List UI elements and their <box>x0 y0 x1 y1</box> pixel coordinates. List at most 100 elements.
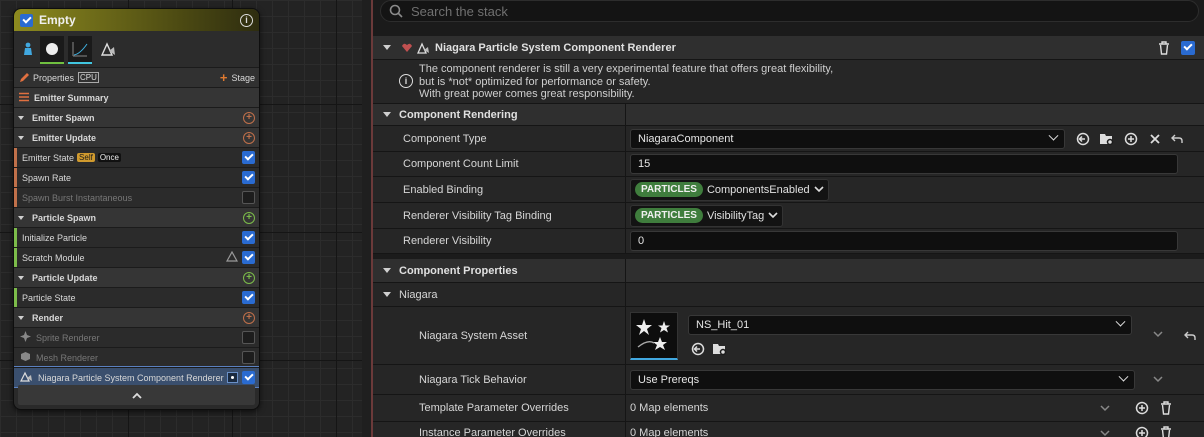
add-module-icon[interactable]: + <box>243 271 255 284</box>
row-label: Particle Spawn <box>32 212 97 223</box>
properties-row[interactable]: Properties CPU + Stage <box>14 67 259 87</box>
chevron-down-icon <box>814 186 824 193</box>
property-label: Component Type <box>403 132 487 145</box>
collapse-caret-icon[interactable] <box>18 276 24 280</box>
reset-arrow-icon[interactable] <box>1182 328 1198 344</box>
browse-folder-icon[interactable] <box>712 341 728 357</box>
niagara-category-row[interactable]: Niagara <box>373 283 1204 307</box>
stack-module-row[interactable]: Niagara Particle System Component Render… <box>14 366 259 388</box>
add-module-icon[interactable]: + <box>243 131 255 144</box>
module-enabled-checkbox[interactable] <box>242 151 255 164</box>
curve-thumbnail[interactable] <box>68 36 92 64</box>
stack-module-row[interactable]: Spawn Burst Instantaneous <box>14 187 259 207</box>
module-enabled-checkbox[interactable] <box>242 331 255 344</box>
emitter-enabled-checkbox[interactable] <box>20 13 33 27</box>
stack-group-header[interactable]: Emitter Spawn + <box>14 107 259 127</box>
info-icon[interactable]: i <box>240 13 253 27</box>
visibility-tag-binding-dropdown[interactable]: PARTICLES VisibilityTag <box>630 204 784 227</box>
collapse-caret-icon[interactable] <box>18 136 24 140</box>
add-module-icon[interactable]: + <box>243 211 255 224</box>
asset-thumbnail[interactable] <box>630 311 678 360</box>
trash-icon[interactable] <box>1158 400 1174 416</box>
dropdown-value: NS_Hit_01 <box>696 318 750 331</box>
collapse-node-button[interactable] <box>18 385 255 405</box>
visibility-tag-binding-row: Renderer Visibility Tag Binding PARTICLE… <box>373 203 1204 229</box>
clear-icon[interactable] <box>1147 131 1163 147</box>
renderer-enabled-checkbox[interactable] <box>1181 40 1195 55</box>
stack-module-row[interactable]: Sprite Renderer <box>14 327 259 347</box>
sprite-thumbnail[interactable] <box>40 36 64 64</box>
map-elements-count: 0 Map elements <box>630 427 709 437</box>
person-icon <box>20 41 36 57</box>
emitter-node-header[interactable]: Empty i <box>14 9 259 31</box>
info-line: but is *not* optimized for performance o… <box>419 75 651 88</box>
stack-module-row[interactable]: Emitter State Self Once <box>14 147 259 167</box>
renderer-title: Niagara Particle System Component Render… <box>435 41 676 54</box>
browse-folder-icon[interactable] <box>1099 131 1115 147</box>
chevron-down-icon <box>1153 376 1163 383</box>
component-properties-section[interactable]: Component Properties <box>373 259 1204 283</box>
once-badge: Once <box>97 153 121 162</box>
stack-group-header[interactable]: Particle Spawn + <box>14 207 259 227</box>
plus-icon: + <box>219 70 228 85</box>
use-selected-icon[interactable] <box>690 341 706 357</box>
collapse-caret-icon[interactable] <box>383 45 391 50</box>
enabled-binding-row: Enabled Binding PARTICLES ComponentsEnab… <box>373 177 1204 203</box>
add-stage-button[interactable]: + Stage <box>220 70 255 85</box>
collapse-caret-icon[interactable] <box>18 216 24 220</box>
stack-module-row[interactable]: Initialize Particle <box>14 227 259 247</box>
add-icon[interactable] <box>1134 425 1150 437</box>
instance-parameter-overrides-row: Instance Parameter Overrides 0 Map eleme… <box>373 422 1204 437</box>
system-asset-dropdown[interactable]: NS_Hit_01 <box>688 314 1132 335</box>
component-renderer-icon[interactable] <box>96 36 120 62</box>
row-label: Render <box>32 312 64 323</box>
component-rendering-section[interactable]: Component Rendering <box>373 104 1204 126</box>
emitter-title: Empty <box>39 13 76 27</box>
collapse-caret-icon[interactable] <box>383 292 391 297</box>
stack-module-row[interactable]: Scratch Module <box>14 247 259 267</box>
module-enabled-checkbox[interactable] <box>242 291 255 304</box>
renderer-header-row[interactable]: Niagara Particle System Component Render… <box>373 36 1204 60</box>
tick-behavior-dropdown[interactable]: Use Prereqs <box>630 369 1135 390</box>
emitter-node[interactable]: Empty i Properties CPU + Stage Emitter S… <box>13 8 260 410</box>
stack-group-header[interactable]: Particle Update + <box>14 267 259 287</box>
component-type-row: Component Type NiagaraComponent <box>373 126 1204 152</box>
component-type-dropdown[interactable]: NiagaraComponent <box>630 128 1065 149</box>
stack-module-row[interactable]: Mesh Renderer <box>14 347 259 367</box>
collapse-caret-icon[interactable] <box>18 116 24 120</box>
module-enabled-checkbox[interactable] <box>242 371 255 384</box>
add-icon[interactable] <box>1123 131 1139 147</box>
use-selected-icon[interactable] <box>1075 131 1091 147</box>
collapse-caret-icon[interactable] <box>383 268 391 273</box>
trash-icon[interactable] <box>1156 40 1172 56</box>
trash-icon[interactable] <box>1158 425 1174 437</box>
reset-arrow-icon[interactable] <box>1169 131 1185 147</box>
scratch-module-icon[interactable] <box>225 250 239 264</box>
chevron-down-icon <box>1100 405 1110 412</box>
property-label: Renderer Visibility Tag Binding <box>403 209 552 222</box>
emitter-summary-row[interactable]: Emitter Summary <box>14 87 259 107</box>
stack-group-header[interactable]: Emitter Update + <box>14 127 259 147</box>
collapse-caret-icon[interactable] <box>18 316 24 320</box>
module-enabled-checkbox[interactable] <box>242 351 255 364</box>
add-icon[interactable] <box>1134 400 1150 416</box>
property-label: Enabled Binding <box>403 183 484 196</box>
add-module-icon[interactable]: + <box>243 111 255 124</box>
property-label: Template Parameter Overrides <box>419 402 569 414</box>
collapse-caret-icon[interactable] <box>383 112 391 117</box>
stack-search-input[interactable]: Search the stack <box>380 0 1199 22</box>
enabled-binding-dropdown[interactable]: PARTICLES ComponentsEnabled <box>630 178 829 201</box>
component-count-limit-input[interactable]: 15 <box>630 154 1178 174</box>
module-enabled-checkbox[interactable] <box>242 171 255 184</box>
module-enabled-checkbox[interactable] <box>242 231 255 244</box>
stack-group-header[interactable]: Render + <box>14 307 259 327</box>
row-label: Mesh Renderer <box>36 352 99 363</box>
stack-module-row[interactable]: Spawn Rate <box>14 167 259 187</box>
module-enabled-checkbox[interactable] <box>242 191 255 204</box>
add-module-icon[interactable]: + <box>243 311 255 324</box>
stack-module-row[interactable]: Particle State <box>14 287 259 307</box>
module-enabled-checkbox[interactable] <box>242 251 255 264</box>
renderer-visibility-input[interactable]: 0 <box>630 231 1178 251</box>
property-label: Niagara System Asset <box>419 329 528 342</box>
row-label: Emitter State <box>22 152 75 163</box>
